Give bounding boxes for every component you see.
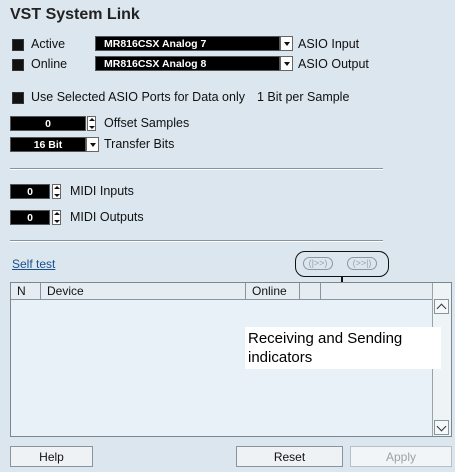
receiving-indicator: (|>>) (303, 257, 333, 270)
scroll-up-icon[interactable] (434, 299, 449, 314)
dropdown-arrow-icon[interactable] (86, 137, 99, 152)
apply-button[interactable]: Apply (350, 446, 452, 467)
panel-title: VST System Link (10, 6, 140, 23)
column-online[interactable]: Online (246, 283, 300, 300)
bit-per-sample-note: 1 Bit per Sample (257, 90, 350, 104)
midi-inputs-label: MIDI Inputs (70, 184, 134, 198)
self-test-link[interactable]: Self test (12, 257, 55, 271)
column-device[interactable]: Device (41, 283, 246, 300)
dropdown-arrow-icon[interactable] (280, 36, 293, 51)
use-selected-ports-checkbox[interactable] (12, 92, 24, 104)
column-n[interactable]: N (11, 283, 41, 300)
spinner-icon[interactable] (52, 184, 61, 199)
online-checkbox[interactable] (12, 59, 24, 71)
vst-system-link-panel: VST System Link Active MR816CSX Analog 7… (0, 0, 455, 472)
dropdown-arrow-icon[interactable] (280, 56, 293, 71)
reset-button[interactable]: Reset (236, 446, 343, 467)
separator (10, 240, 383, 242)
active-checkbox[interactable] (12, 39, 24, 51)
active-label: Active (31, 37, 66, 51)
separator (10, 168, 383, 170)
asio-output-dropdown[interactable]: MR816CSX Analog 8 (95, 56, 280, 71)
midi-inputs-value[interactable]: 0 (10, 184, 50, 199)
spinner-icon[interactable] (52, 210, 61, 225)
offset-samples-label: Offset Samples (104, 116, 190, 130)
online-label: Online (31, 57, 68, 71)
asio-input-label: ASIO Input (298, 37, 360, 51)
use-selected-ports-label: Use Selected ASIO Ports for Data only (31, 90, 245, 104)
help-button[interactable]: Help (10, 446, 93, 467)
scroll-down-icon[interactable] (434, 420, 449, 435)
column-extra-1[interactable] (300, 283, 321, 300)
transfer-bits-label: Transfer Bits (104, 137, 175, 151)
transfer-bits-dropdown[interactable]: 16 Bit (10, 137, 86, 152)
spinner-icon[interactable] (87, 116, 96, 131)
asio-input-dropdown[interactable]: MR816CSX Analog 7 (95, 36, 280, 51)
column-extra-2[interactable] (321, 283, 433, 300)
sending-indicator: (>>|) (347, 257, 377, 270)
indicators-callout: Receiving and Sending indicators (245, 327, 441, 369)
midi-outputs-label: MIDI Outputs (70, 210, 144, 224)
asio-output-label: ASIO Output (298, 57, 369, 71)
offset-samples-value[interactable]: 0 (10, 116, 86, 131)
midi-outputs-value[interactable]: 0 (10, 210, 50, 225)
